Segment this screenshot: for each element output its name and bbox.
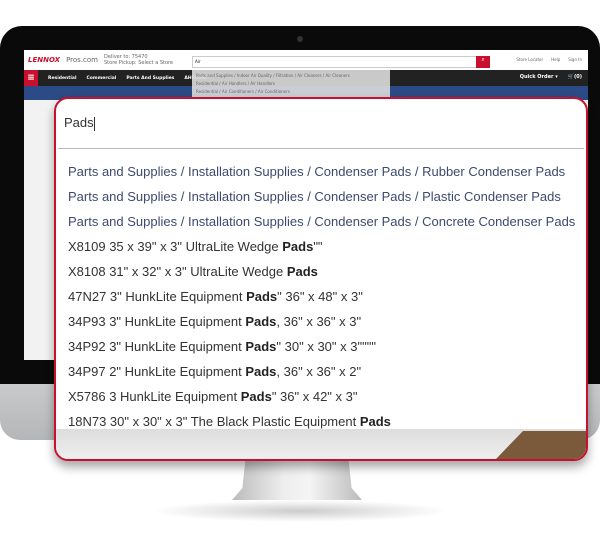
equipment-pad-image bbox=[496, 431, 586, 459]
suggestion-text: X5786 3 HunkLite Equipment bbox=[68, 389, 241, 404]
search-icon: ⌕ bbox=[481, 56, 485, 63]
suggestion-text: Parts and Supplies / Installation Suppli… bbox=[68, 164, 566, 179]
match-highlight: Pads bbox=[246, 289, 278, 304]
lennox-logo[interactable]: LENNOX bbox=[28, 56, 60, 64]
suggestion-text: X8108 31" x 32" x 3" UltraLite Wedge bbox=[68, 264, 287, 279]
top-links: Store Locator Help Sign In bbox=[516, 57, 582, 62]
dropdown-item[interactable]: Residential / Air Conditioners / Air Con… bbox=[196, 88, 386, 96]
site-search-dropdown: Parts and Supplies / Indoor Air Quality … bbox=[192, 70, 390, 100]
suggestion-text: " 36" x 48" x 3" bbox=[277, 289, 363, 304]
nav-right: Quick Order ▾ 🛒(0) bbox=[520, 74, 582, 80]
location[interactable]: Deliver to: 75470 Store Pickup: Select a… bbox=[104, 54, 173, 66]
suggestion-text: 34P93 3" HunkLite Equipment bbox=[68, 314, 246, 329]
text-caret bbox=[93, 116, 95, 131]
suggestion-text: 34P92 3" HunkLite Equipment bbox=[68, 339, 246, 354]
search-input[interactable]: Pads bbox=[58, 105, 584, 149]
match-highlight: Pads bbox=[245, 339, 277, 354]
stand-shadow bbox=[150, 500, 450, 522]
search-value: Pads bbox=[64, 115, 94, 130]
help-link[interactable]: Help bbox=[551, 57, 560, 62]
cart-button[interactable]: 🛒(0) bbox=[568, 74, 582, 80]
dropdown-item[interactable]: Parts and Supplies / Indoor Air Quality … bbox=[196, 72, 386, 80]
product-suggestion[interactable]: X8109 35 x 39" x 3" UltraLite Wedge Pads… bbox=[68, 234, 586, 259]
match-highlight: Pads bbox=[240, 389, 272, 404]
dropdown-item[interactable]: Residential / Air Handlers / Air Handler… bbox=[196, 80, 386, 88]
suggestion-text: Parts and Supplies / Installation Suppli… bbox=[68, 189, 561, 204]
product-suggestion[interactable]: X5786 3 HunkLite Equipment Pads" 36" x 4… bbox=[68, 384, 586, 409]
nav-commercial[interactable]: Commercial bbox=[87, 76, 117, 81]
suggestion-text: " 30" x 30" x 3"""" bbox=[276, 339, 376, 354]
category-suggestion[interactable]: Parts and Supplies / Installation Suppli… bbox=[68, 209, 586, 234]
match-highlight: Pads bbox=[245, 314, 277, 329]
menu-icon[interactable]: ≡ bbox=[24, 70, 38, 86]
suggestion-text: X8109 35 x 39" x 3" UltraLite Wedge bbox=[68, 239, 283, 254]
site-search-input[interactable]: Air bbox=[192, 56, 490, 68]
nav-residential[interactable]: Residential bbox=[48, 76, 77, 81]
search-button[interactable]: ⌕ bbox=[476, 56, 490, 68]
page-background bbox=[56, 429, 586, 459]
product-suggestion[interactable]: 34P97 2" HunkLite Equipment Pads, 36" x … bbox=[68, 359, 586, 384]
store-pickup: Store Pickup: Select a Store bbox=[104, 60, 174, 66]
nav-parts[interactable]: Parts And Supplies bbox=[126, 76, 174, 81]
suggestion-text: , 36" x 36" x 3" bbox=[276, 314, 362, 329]
suggestion-text: "" bbox=[313, 239, 323, 254]
match-highlight: Pads bbox=[359, 414, 391, 429]
suggestion-text: 18N73 30" x 30" x 3" The Black Plastic E… bbox=[68, 414, 360, 429]
product-suggestion[interactable]: X8108 31" x 32" x 3" UltraLite Wedge Pad… bbox=[68, 259, 586, 284]
suggestion-text: Parts and Supplies / Installation Suppli… bbox=[68, 214, 576, 229]
store-locator-link[interactable]: Store Locator bbox=[516, 57, 543, 62]
camera bbox=[297, 36, 303, 42]
product-suggestion[interactable]: 47N27 3" HunkLite Equipment Pads" 36" x … bbox=[68, 284, 586, 309]
match-highlight: Pads bbox=[245, 364, 277, 379]
suggestion-text: 47N27 3" HunkLite Equipment bbox=[68, 289, 247, 304]
product-suggestion[interactable]: 34P93 3" HunkLite Equipment Pads, 36" x … bbox=[68, 309, 586, 334]
sign-in-link[interactable]: Sign In bbox=[568, 57, 582, 62]
category-suggestion[interactable]: Parts and Supplies / Installation Suppli… bbox=[68, 159, 586, 184]
suggestion-list: Parts and Supplies / Installation Suppli… bbox=[56, 149, 586, 434]
suggestion-text: " 36" x 42" x 3" bbox=[271, 389, 358, 404]
suggestion-text: 34P97 2" HunkLite Equipment bbox=[68, 364, 246, 379]
logo-suffix: Pros.com bbox=[66, 56, 98, 64]
quick-order-button[interactable]: Quick Order ▾ bbox=[520, 74, 558, 80]
match-highlight: Pads bbox=[286, 264, 318, 279]
product-suggestion[interactable]: 34P92 3" HunkLite Equipment Pads" 30" x … bbox=[68, 334, 586, 359]
category-suggestion[interactable]: Parts and Supplies / Installation Suppli… bbox=[68, 184, 586, 209]
suggestion-text: , 36" x 36" x 2" bbox=[276, 364, 362, 379]
match-highlight: Pads bbox=[282, 239, 314, 254]
search-callout: Pads Parts and Supplies / Installation S… bbox=[54, 97, 588, 461]
